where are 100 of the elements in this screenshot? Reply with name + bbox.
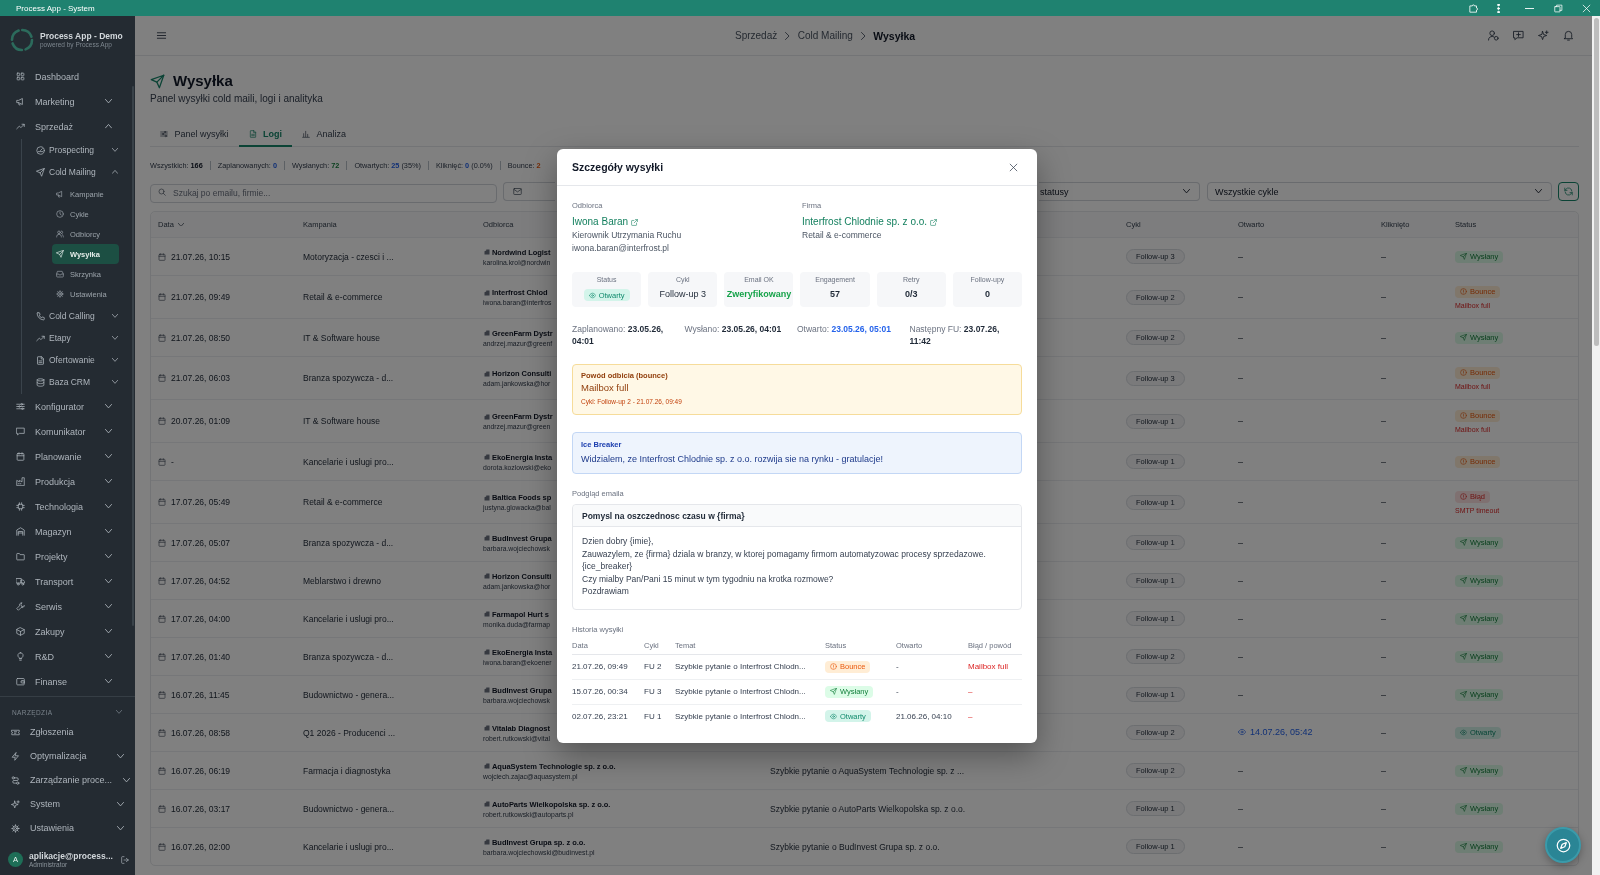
- scrollbar-thumb[interactable]: [132, 86, 134, 626]
- mail-icon: [513, 187, 522, 196]
- sidebar-item[interactable]: Technologia: [0, 494, 135, 519]
- campaign-name: Budownictwo - genera...: [303, 689, 395, 700]
- sidebar-item[interactable]: Transport: [0, 569, 135, 594]
- campaign-name: Retail & e-commerce: [303, 497, 383, 507]
- empty-value: –: [1238, 332, 1243, 343]
- sidebar-item[interactable]: Etapy: [22, 327, 135, 349]
- dots-icon[interactable]: [1497, 3, 1500, 13]
- calendar-icon: [158, 652, 166, 661]
- send-icon: [830, 688, 837, 696]
- chevron-down-icon: [1183, 189, 1190, 194]
- restore-icon[interactable]: [1553, 3, 1563, 13]
- alert-circle-icon: [1460, 458, 1467, 465]
- company-link[interactable]: Interfrost Chlodnie sp. z o.o.: [802, 215, 938, 229]
- send-date: 21.07.26, 06:03: [171, 373, 231, 383]
- person-icon[interactable]: [1487, 30, 1499, 41]
- sidebar-item[interactable]: Marketing: [0, 89, 135, 114]
- sparkle-icon[interactable]: [1537, 30, 1549, 41]
- send-icon: [1460, 577, 1467, 584]
- error-reason: –: [968, 687, 974, 697]
- campaign-name: Branza spozywcza - d...: [303, 537, 394, 548]
- metric-value: Follow-up 3: [659, 288, 706, 300]
- sidebar-item[interactable]: Baza CRM: [22, 371, 135, 393]
- menu-icon[interactable]: [155, 30, 167, 41]
- refresh-button[interactable]: [1558, 182, 1579, 201]
- sidebar-item[interactable]: Projekty: [0, 544, 135, 569]
- sidebar-item[interactable]: Konfigurator: [0, 394, 135, 419]
- close-icon[interactable]: [1582, 3, 1591, 13]
- bell-icon[interactable]: [1562, 30, 1574, 41]
- page-title: Wysyłka: [173, 72, 233, 90]
- sidebar-item[interactable]: Cold Calling: [22, 305, 135, 327]
- breadcrumb-link[interactable]: Cold Mailing: [797, 30, 853, 41]
- campaign-name: Branza spozywcza - d...: [303, 373, 394, 383]
- sidebar-item[interactable]: Zgłoszenia: [0, 720, 135, 744]
- email-filter-field[interactable]: [503, 182, 555, 201]
- sidebar-item[interactable]: Sprzedaż: [0, 114, 135, 139]
- sidebar-item[interactable]: Zakupy: [0, 619, 135, 644]
- metric-value: Zweryfikowany: [726, 288, 792, 300]
- minimize-icon[interactable]: [1525, 7, 1534, 9]
- recipient-link[interactable]: Iwona Baran: [572, 215, 639, 229]
- send-date: 16.07.26, 08:58: [171, 727, 231, 738]
- campaign-name: Motoryzacja - czesci i ...: [303, 251, 394, 262]
- sidebar-item[interactable]: Produkcja: [0, 469, 135, 494]
- wrench-icon: [15, 602, 25, 611]
- sidebar-item[interactable]: Magazyn: [0, 519, 135, 544]
- folder-icon: [15, 552, 25, 561]
- empty-value: –: [1238, 456, 1243, 467]
- empty-value: –: [1238, 537, 1243, 548]
- timestamp-text: Wysłano: 23.05.26, 04:01: [684, 323, 783, 336]
- tab[interactable]: Panel wysyłki: [150, 123, 239, 147]
- logout-icon[interactable]: [121, 855, 129, 864]
- empty-value: –: [1238, 416, 1243, 426]
- search-field[interactable]: Szukaj po emailu, firmie...: [150, 183, 497, 203]
- scrollbar-thumb[interactable]: [1593, 18, 1599, 346]
- truck-icon: [15, 577, 25, 586]
- calendar-icon: [158, 576, 166, 585]
- send-date: 16.07.26, 06:19: [171, 765, 231, 776]
- send-icon: [56, 250, 64, 258]
- empty-value: –: [1381, 416, 1386, 426]
- alert-circle-icon: [1460, 493, 1467, 500]
- timestamp-text: Zaplanowano: 23.05.26, 04:01: [572, 323, 665, 347]
- sidebar-item[interactable]: R&D: [0, 644, 135, 669]
- sidebar-item[interactable]: Ofertowanie: [22, 349, 135, 371]
- puzzle-icon[interactable]: [1469, 3, 1479, 13]
- send-date: 17.07.26, 05:07: [171, 537, 231, 548]
- window-title: Process App - System: [16, 3, 96, 13]
- grid-icon: [15, 72, 25, 81]
- building-icon: [484, 839, 490, 845]
- sidebar-item[interactable]: Optymalizacja: [0, 744, 135, 768]
- campaign-name: Kancelarie i uslugi pro...: [303, 613, 394, 624]
- building-icon: [484, 649, 490, 655]
- sidebar-item[interactable]: Finanse: [0, 669, 135, 694]
- sidebar-item[interactable]: Ustawienia: [0, 816, 135, 840]
- sliders-icon: [160, 130, 168, 138]
- sidebar-item[interactable]: Planowanie: [0, 444, 135, 469]
- sidebar-item[interactable]: Cold Mailing: [22, 161, 135, 183]
- calendar-icon: [158, 614, 166, 623]
- dialog-title: Szczegóły wysyłki: [572, 161, 665, 173]
- cycle-select[interactable]: Wszystkie cykle: [1207, 182, 1552, 201]
- timestamp-text: Otwarto: 23.05.26, 05:01: [797, 323, 893, 336]
- chevron-right-icon: [785, 31, 790, 40]
- sliders-icon: [15, 402, 25, 411]
- box-icon: [15, 627, 25, 636]
- sidebar-item[interactable]: Komunikator: [0, 419, 135, 444]
- history-opened: -: [896, 662, 900, 672]
- sidebar-item[interactable]: Serwis: [0, 594, 135, 619]
- campaign-name: Budownictwo - genera...: [303, 803, 395, 814]
- tab[interactable]: Analiza: [292, 123, 357, 147]
- status-select[interactable]: statusy: [1039, 182, 1200, 201]
- chat-plus-icon[interactable]: [1512, 30, 1524, 41]
- bar-chart-icon: [302, 130, 311, 138]
- sidebar-item[interactable]: Zarządzanie proce...: [0, 768, 135, 792]
- sidebar-item[interactable]: Dashboard: [0, 64, 135, 89]
- sidebar-item[interactable]: Prospecting: [22, 139, 135, 161]
- sidebar-item[interactable]: System: [0, 792, 135, 816]
- breadcrumb-link[interactable]: Sprzedaż: [735, 30, 778, 41]
- brand-name: Process App - Demo: [40, 31, 123, 41]
- calendar-icon: [158, 457, 166, 466]
- ticket-icon: [10, 727, 20, 737]
